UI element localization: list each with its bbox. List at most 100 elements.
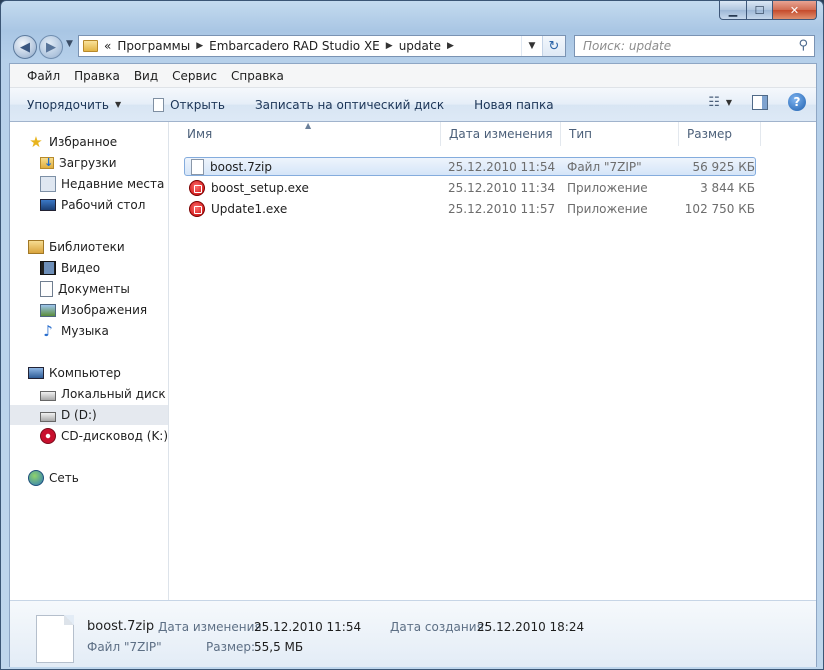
nav-label: Компьютер	[49, 366, 121, 380]
documents-icon	[40, 281, 53, 297]
nav-recent-places[interactable]: Недавние места	[10, 174, 168, 194]
file-modified: 25.12.2010 11:54	[448, 160, 556, 174]
command-bar: Упорядочить ▼ Открыть Записать на оптиче…	[10, 88, 816, 122]
maximize-icon: ☐	[754, 3, 765, 17]
nav-favorites[interactable]: ★ Избранное	[10, 132, 168, 152]
nav-cd-drive[interactable]: CD-дисковод (K:) M	[10, 426, 169, 446]
downloads-folder-icon	[40, 156, 54, 169]
nav-label: Рабочий стол	[61, 198, 146, 212]
nav-label: Локальный диск (C	[61, 387, 168, 401]
file-thumbnail-icon	[36, 615, 74, 663]
open-button[interactable]: Открыть	[144, 94, 234, 116]
nav-documents[interactable]: Документы	[10, 279, 168, 299]
nav-video[interactable]: Видео	[10, 258, 168, 278]
search-icon[interactable]: ⚲	[798, 38, 808, 53]
menu-help[interactable]: Справка	[224, 69, 291, 83]
search-input[interactable]: Поиск: update ⚲	[574, 35, 815, 57]
nav-images[interactable]: Изображения	[10, 300, 168, 320]
exe-icon	[189, 201, 205, 217]
file-size: 102 750 КБ	[684, 202, 755, 216]
maximize-button[interactable]: ☐	[747, 1, 773, 20]
menu-file[interactable]: Файл	[10, 69, 67, 83]
help-icon[interactable]: ?	[788, 93, 806, 111]
breadcrumb-programs[interactable]: Программы	[117, 39, 190, 53]
chevron-right-icon[interactable]: ▶	[447, 41, 454, 51]
address-dropdown-button[interactable]: ▼	[521, 36, 542, 56]
details-filetype: Файл "7ZIP"	[87, 640, 162, 654]
document-icon	[153, 97, 165, 112]
column-date-modified[interactable]: Дата изменения	[441, 122, 561, 146]
burn-disc-button[interactable]: Записать на оптический диск	[246, 94, 453, 116]
explorer-window: ▁ ☐ ✕ ◀ ▶ ▼ « Программы ▶ Embarcadero RA…	[0, 0, 824, 670]
column-name-label: Имя	[187, 127, 213, 141]
column-type-label: Тип	[569, 127, 592, 141]
nav-desktop[interactable]: Рабочий стол	[10, 195, 168, 215]
change-view-icon[interactable]: ☷	[708, 95, 720, 110]
menu-tools[interactable]: Сервис	[165, 69, 224, 83]
nav-computer[interactable]: Компьютер	[10, 363, 168, 383]
file-row[interactable]: boost.7zip 25.12.2010 11:54 Файл "7ZIP" …	[169, 157, 816, 177]
chevron-right-icon[interactable]: ▶	[386, 41, 393, 51]
column-type[interactable]: Тип	[561, 122, 679, 146]
details-created-label: Дата создания:	[390, 620, 488, 634]
column-modified-label: Дата изменения	[449, 127, 553, 141]
nav-libraries[interactable]: Библиотеки	[10, 237, 168, 257]
menu-view[interactable]: Вид	[127, 69, 165, 83]
sort-ascending-icon: ▲	[305, 121, 312, 130]
address-bar[interactable]: « Программы ▶ Embarcadero RAD Studio XE …	[78, 35, 566, 57]
breadcrumb-embarcadero[interactable]: Embarcadero RAD Studio XE	[209, 39, 380, 53]
cd-drive-icon	[40, 428, 56, 444]
chevron-down-icon: ▼	[528, 41, 536, 51]
nav-label: Сеть	[49, 471, 79, 485]
nav-music[interactable]: ♪ Музыка	[10, 321, 168, 341]
view-options-dropdown[interactable]: ▼	[726, 98, 732, 107]
navigation-row: ◀ ▶ ▼ « Программы ▶ Embarcadero RAD Stud…	[1, 33, 823, 61]
file-list: Имя ▲ Дата изменения Тип Размер boost.7z…	[169, 121, 816, 600]
recent-pages-dropdown[interactable]: ▼	[66, 39, 73, 49]
folder-icon	[83, 40, 98, 52]
close-icon: ✕	[789, 3, 800, 17]
nav-downloads[interactable]: Загрузки	[10, 153, 168, 173]
arrow-right-icon: ▶	[46, 39, 56, 55]
minimize-button[interactable]: ▁	[719, 1, 747, 20]
organize-label: Упорядочить	[27, 97, 109, 112]
nav-local-disk-c[interactable]: Локальный диск (C	[10, 384, 168, 404]
back-button[interactable]: ◀	[13, 35, 37, 59]
file-name: boost_setup.exe	[211, 181, 309, 195]
column-size[interactable]: Размер	[679, 122, 761, 146]
desktop-icon	[40, 199, 56, 211]
nav-network[interactable]: Сеть	[10, 468, 168, 488]
nav-label: Избранное	[49, 135, 118, 149]
nav-label: Документы	[58, 282, 130, 296]
file-type: Приложение	[567, 181, 648, 195]
breadcrumb-update[interactable]: update	[399, 39, 441, 53]
nav-label: CD-дисковод (K:) M	[61, 429, 169, 443]
details-size-label: Размер:	[206, 640, 256, 654]
navigation-pane: ★ Избранное Загрузки Недавние места Рабоч…	[10, 122, 169, 600]
forward-button[interactable]: ▶	[39, 35, 63, 59]
burn-label: Записать на оптический диск	[254, 97, 445, 112]
chevron-right-icon[interactable]: ▶	[196, 41, 203, 51]
menu-bar: Файл Правка Вид Сервис Справка	[10, 64, 816, 88]
refresh-button[interactable]: ↻	[542, 36, 565, 56]
address-overflow[interactable]: «	[104, 39, 111, 53]
chevron-down-icon: ▼	[114, 100, 122, 109]
minimize-icon: ▁	[728, 3, 738, 17]
details-filename: boost.7zip	[87, 619, 155, 634]
close-button[interactable]: ✕	[773, 1, 817, 20]
nav-label: Изображения	[61, 303, 148, 317]
file-size: 56 925 КБ	[692, 160, 755, 174]
recent-places-icon	[40, 176, 56, 192]
menu-edit[interactable]: Правка	[67, 69, 127, 83]
file-row[interactable]: boost_setup.exe 25.12.2010 11:34 Приложе…	[169, 178, 816, 198]
file-row[interactable]: Update1.exe 25.12.2010 11:57 Приложение …	[169, 199, 816, 219]
search-placeholder: Поиск: update	[583, 39, 672, 53]
preview-pane-icon[interactable]	[752, 94, 768, 110]
nav-label: Видео	[61, 261, 101, 275]
nav-drive-d[interactable]: D (D:)	[10, 405, 168, 425]
details-modified-value: 25.12.2010 11:54	[254, 620, 362, 634]
organize-button[interactable]: Упорядочить ▼	[10, 94, 130, 116]
hard-drive-icon	[40, 391, 56, 401]
new-folder-button[interactable]: Новая папка	[465, 94, 562, 116]
nav-label: Библиотеки	[49, 240, 125, 254]
